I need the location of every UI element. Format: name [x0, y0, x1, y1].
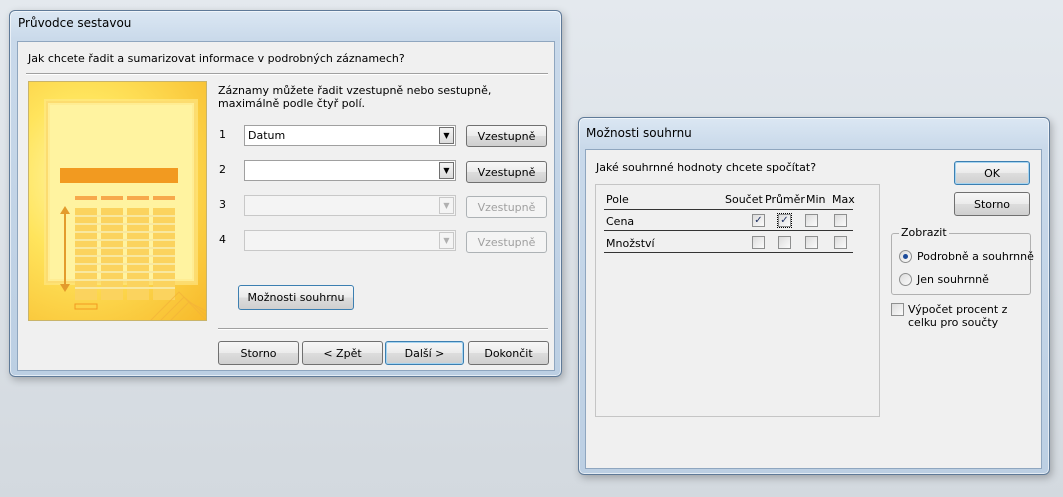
column-header-min: Min	[806, 193, 826, 206]
summary-options-window: Možnosti souhrnu Jaké souhrnné hodnoty c…	[578, 117, 1050, 475]
header-divider	[604, 209, 853, 210]
wizard-question: Jak chcete řadit a sumarizovat informace…	[28, 52, 405, 65]
sort-order-1-button[interactable]: Vzestupně	[466, 125, 547, 147]
column-header-sum: Součet	[725, 193, 763, 206]
summary-question: Jaké souhrnné hodnoty chcete spočítat?	[596, 161, 817, 174]
cancel-button[interactable]: Storno	[218, 341, 299, 365]
field-name: Cena	[606, 215, 635, 228]
wizard-client: Jak chcete řadit a sumarizovat informace…	[17, 41, 555, 371]
cena-avg-checkbox[interactable]: ✓	[777, 213, 792, 228]
summary-options-button[interactable]: Možnosti souhrnu	[238, 285, 354, 310]
sort-order-4-button: Vzestupně	[466, 231, 547, 253]
summary-grid: Pole Součet Průměr Min Max Cena ✓ ✓ Množ…	[595, 184, 880, 417]
field-name: Množství	[606, 237, 655, 250]
report-layout-icon	[44, 99, 206, 320]
sort-row-number: 2	[219, 163, 226, 176]
sort-row-number: 3	[219, 198, 226, 211]
mnozstvi-avg-checkbox[interactable]	[778, 236, 791, 249]
column-header-max: Max	[832, 193, 855, 206]
divider	[26, 73, 548, 75]
percent-of-total-checkbox[interactable]	[891, 303, 904, 316]
mnozstvi-min-checkbox[interactable]	[805, 236, 818, 249]
mnozstvi-max-checkbox[interactable]	[834, 236, 847, 249]
back-button[interactable]: < Zpět	[302, 341, 383, 365]
sort-order-2-button[interactable]: Vzestupně	[466, 161, 547, 183]
combo-value: Datum	[248, 129, 286, 142]
wizard-instruction: Záznamy můžete řadit vzestupně nebo sest…	[218, 84, 492, 110]
show-group-title: Zobrazit	[899, 226, 949, 239]
cena-max-checkbox[interactable]	[834, 214, 847, 227]
summary-only-radio[interactable]	[899, 273, 912, 286]
chevron-down-icon: ▼	[439, 232, 454, 249]
sort-field-4-combo: ▼	[244, 230, 456, 251]
divider	[218, 328, 548, 330]
chevron-down-icon[interactable]: ▼	[439, 162, 454, 179]
ok-button[interactable]: OK	[954, 161, 1030, 185]
report-wizard-window: Průvodce sestavou Jak chcete řadit a sum…	[9, 10, 562, 377]
cena-sum-checkbox[interactable]: ✓	[752, 214, 765, 227]
row-divider	[604, 230, 853, 231]
window-title: Možnosti souhrnu	[586, 126, 692, 140]
window-title: Průvodce sestavou	[18, 16, 132, 30]
chevron-down-icon: ▼	[439, 197, 454, 214]
sort-row-number: 1	[219, 128, 226, 141]
sort-row-number: 4	[219, 233, 226, 246]
column-header-field: Pole	[606, 193, 629, 206]
row-divider	[604, 252, 853, 253]
mnozstvi-sum-checkbox[interactable]	[752, 236, 765, 249]
show-groupbox: Zobrazit Podrobně a souhrnně Jen souhrnn…	[891, 226, 1034, 295]
next-button[interactable]: Další >	[385, 341, 464, 365]
cancel-button[interactable]: Storno	[954, 192, 1030, 216]
column-header-avg: Průměr	[765, 193, 805, 206]
detail-and-summary-radio[interactable]	[899, 250, 912, 263]
chevron-down-icon[interactable]: ▼	[439, 127, 454, 144]
summary-client: Jaké souhrnné hodnoty chcete spočítat? P…	[585, 149, 1042, 469]
sort-field-2-combo[interactable]: ▼	[244, 160, 456, 181]
finish-button[interactable]: Dokončit	[468, 341, 549, 365]
cena-min-checkbox[interactable]	[805, 214, 818, 227]
sort-field-1-combo[interactable]: Datum ▼	[244, 125, 456, 146]
radio-label[interactable]: Podrobně a souhrnně	[917, 250, 1034, 263]
radio-label[interactable]: Jen souhrnně	[917, 273, 989, 286]
percent-of-total-label[interactable]: Výpočet procent z celku pro součty	[908, 303, 1034, 329]
wizard-illustration	[28, 81, 207, 321]
sort-field-3-combo: ▼	[244, 195, 456, 216]
sort-order-3-button: Vzestupně	[466, 196, 547, 218]
